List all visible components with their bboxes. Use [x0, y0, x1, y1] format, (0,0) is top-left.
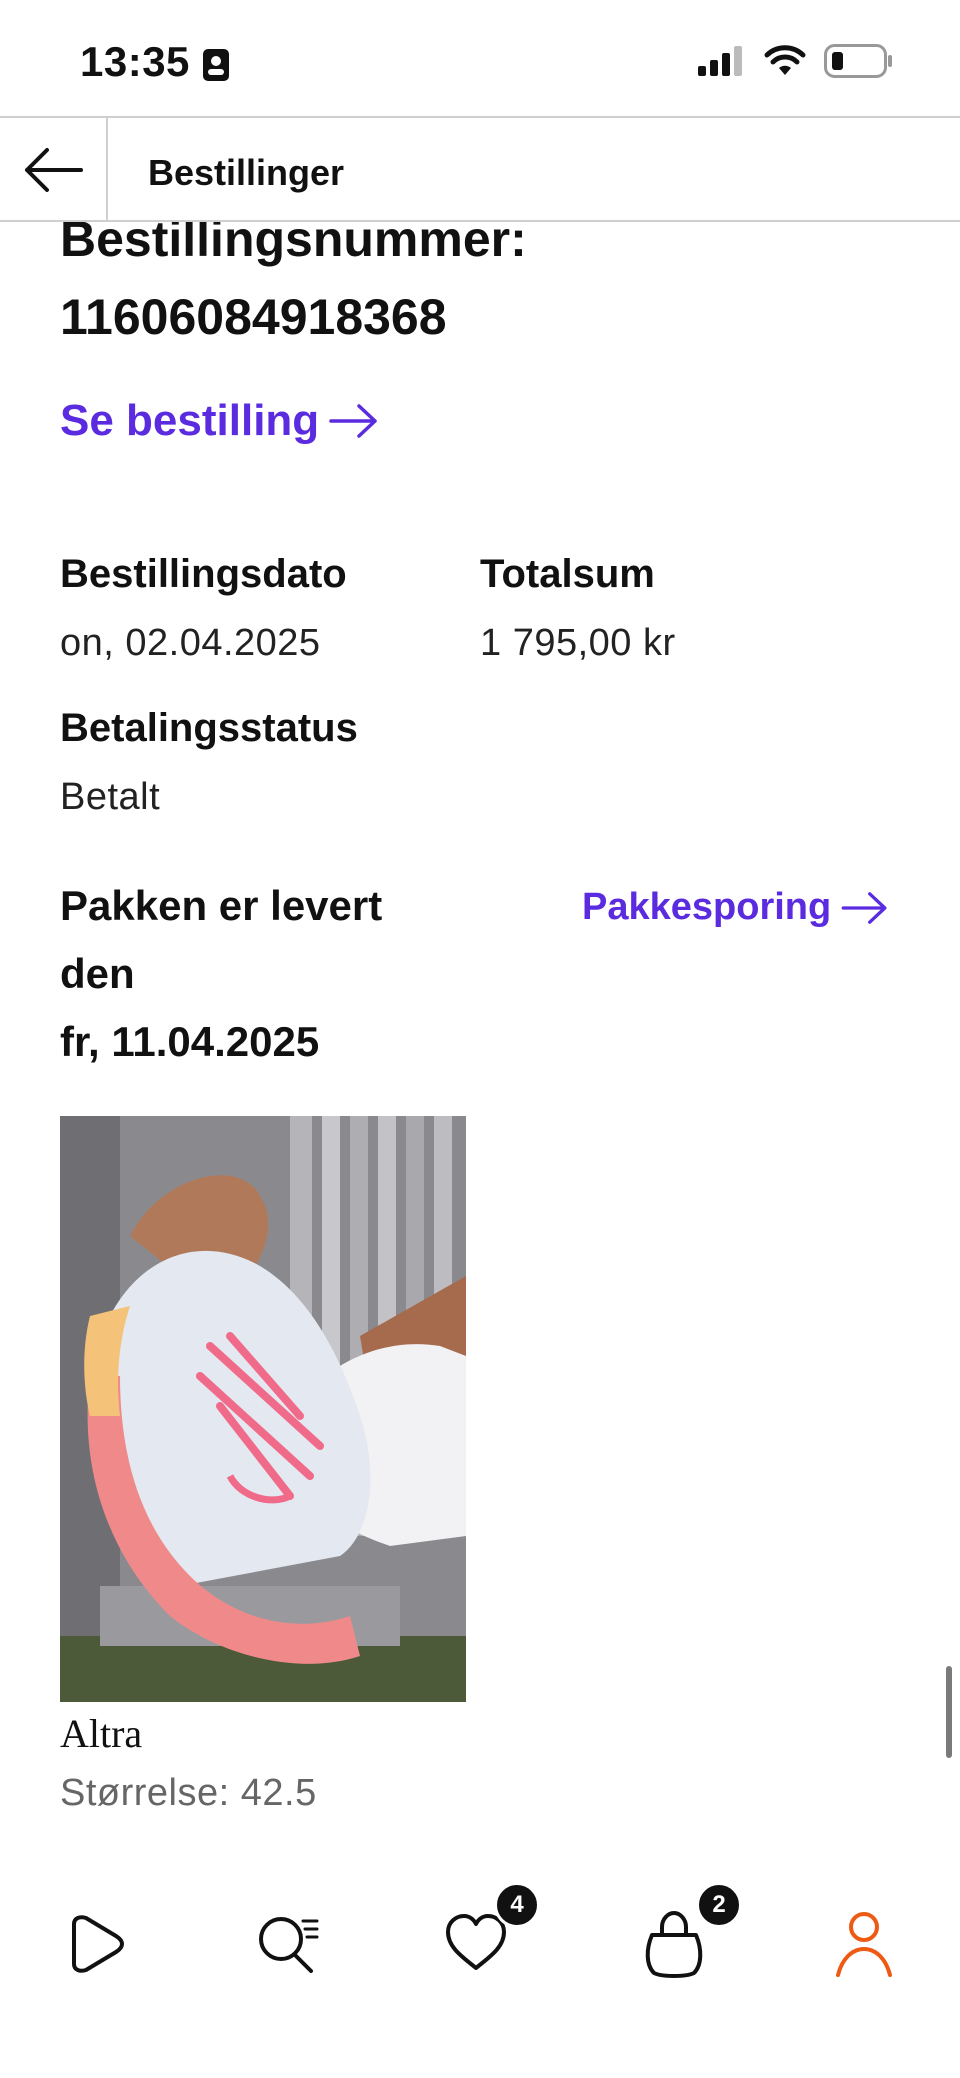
- page-title: Bestillinger: [148, 152, 345, 193]
- wifi-icon: [764, 45, 806, 75]
- id-badge-icon: [203, 49, 229, 81]
- order-number: 11606084918368: [60, 289, 447, 345]
- nav-search[interactable]: [248, 1904, 328, 1984]
- nav-account[interactable]: [824, 1904, 904, 1984]
- nav-home[interactable]: [56, 1904, 136, 1984]
- order-date-value: on, 02.04.2025: [60, 622, 321, 664]
- order-details: Bestillingsnummer: 11606084918368 Se bes…: [0, 222, 960, 1858]
- status-time: 13:35: [80, 38, 190, 85]
- bottom-navigation: 4 2: [0, 1858, 960, 2078]
- product-image[interactable]: [60, 1116, 466, 1702]
- total-label: Totalsum: [480, 552, 655, 596]
- shopping-bag-icon: [645, 1910, 703, 1978]
- payment-status-label: Betalingsstatus: [60, 706, 358, 750]
- search-list-icon: [259, 1917, 319, 1973]
- payment-status-value: Betalt: [60, 776, 161, 818]
- delivery-status: Pakken er levert den fr, 11.04.2025: [60, 872, 440, 1076]
- package-tracking-link[interactable]: Pakkesporing: [582, 886, 889, 929]
- status-bar: 13:35: [0, 0, 960, 116]
- wishlist-count-badge: 4: [494, 1882, 540, 1928]
- total-value: 1 795,00 kr: [480, 622, 676, 664]
- product-size: Størrelse: 42.5: [60, 1772, 317, 1814]
- shoe-photo-illustration: [60, 1116, 466, 1702]
- delivery-status-line2: den: [60, 950, 135, 997]
- order-date-label: Bestillingsdato: [60, 552, 347, 596]
- play-logo-icon: [72, 1915, 124, 1973]
- heart-icon: [446, 1914, 506, 1970]
- scrollbar[interactable]: [946, 1666, 952, 1758]
- delivery-date: fr, 11.04.2025: [60, 1018, 320, 1065]
- back-button[interactable]: [0, 118, 108, 222]
- package-tracking-label: Pakkesporing: [582, 886, 832, 928]
- person-icon: [836, 1912, 892, 1977]
- top-header: Bestillinger: [0, 116, 960, 222]
- cellular-signal-icon: [698, 46, 742, 76]
- product-brand: Altra: [60, 1711, 143, 1756]
- arrow-left-icon: [25, 148, 83, 192]
- see-order-link[interactable]: Se bestilling: [60, 396, 379, 446]
- cart-count-badge: 2: [696, 1882, 742, 1928]
- battery-icon: [824, 44, 892, 78]
- arrow-right-icon: [841, 891, 887, 924]
- order-number-block: Bestillingsnummer: 11606084918368: [60, 222, 527, 356]
- arrow-right-icon: [329, 404, 377, 438]
- order-number-label: Bestillingsnummer:: [60, 222, 527, 267]
- delivery-status-line1: Pakken er levert: [60, 882, 383, 929]
- see-order-label: Se bestilling: [60, 396, 320, 445]
